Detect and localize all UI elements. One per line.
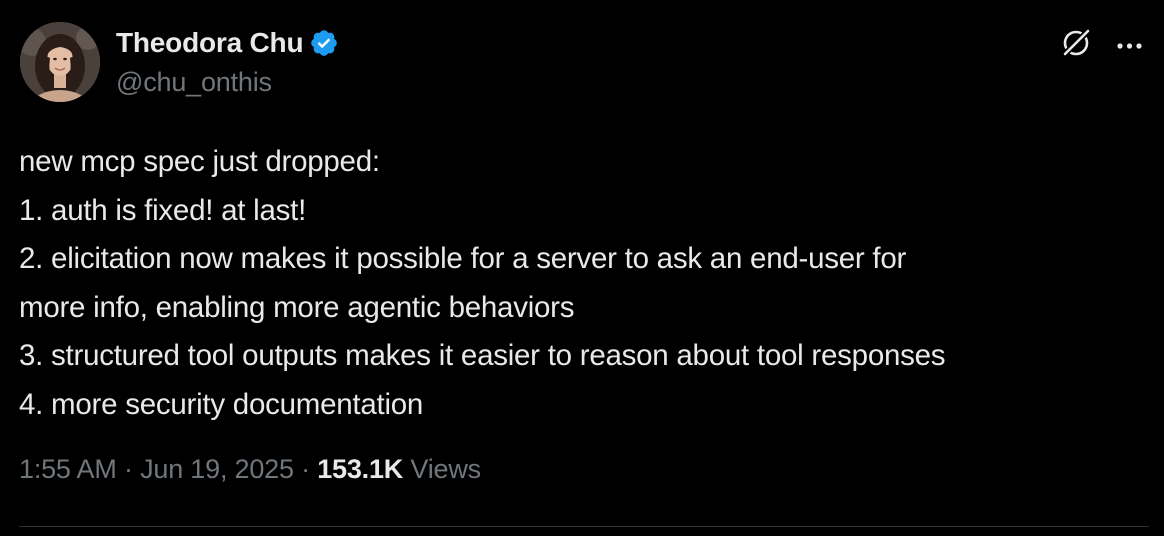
views-label: Views <box>403 454 481 484</box>
more-options-icon[interactable] <box>1114 38 1148 49</box>
tweet-line: more info, enabling more agentic behavio… <box>19 290 575 324</box>
views-count[interactable]: 153.1K <box>317 454 403 484</box>
display-name[interactable]: Theodora Chu <box>116 27 304 59</box>
tweet-time[interactable]: 1:55 AM <box>19 454 117 484</box>
tweet-line: 2. elicitation now makes it possible for… <box>19 242 907 275</box>
author-name-row[interactable]: Theodora Chu <box>116 25 339 61</box>
meta-separator: · <box>293 454 318 484</box>
avatar[interactable] <box>20 22 100 102</box>
tweet-line: 4. more security documentation <box>19 387 424 421</box>
tweet-line: 1. auth is fixed! at last! <box>19 193 307 227</box>
grok-icon[interactable] <box>1060 25 1094 59</box>
divider <box>19 526 1149 527</box>
author-handle[interactable]: @chu_onthis <box>116 67 272 98</box>
tweet-line: 3. structured tool outputs makes it easi… <box>19 339 946 372</box>
tweet-text: new mcp spec just dropped: 1. auth is fi… <box>19 138 1149 429</box>
tweet-card: Theodora Chu @chu_onthis new mcp spec ju… <box>0 0 1164 536</box>
meta-separator: · <box>116 454 141 484</box>
verified-badge-icon <box>309 28 339 58</box>
tweet-meta: 1:55 AM · Jun 19, 2025 · 153.1K Views <box>19 454 481 485</box>
tweet-line: new mcp spec just dropped: <box>19 145 380 178</box>
tweet-date[interactable]: Jun 19, 2025 <box>140 454 294 484</box>
